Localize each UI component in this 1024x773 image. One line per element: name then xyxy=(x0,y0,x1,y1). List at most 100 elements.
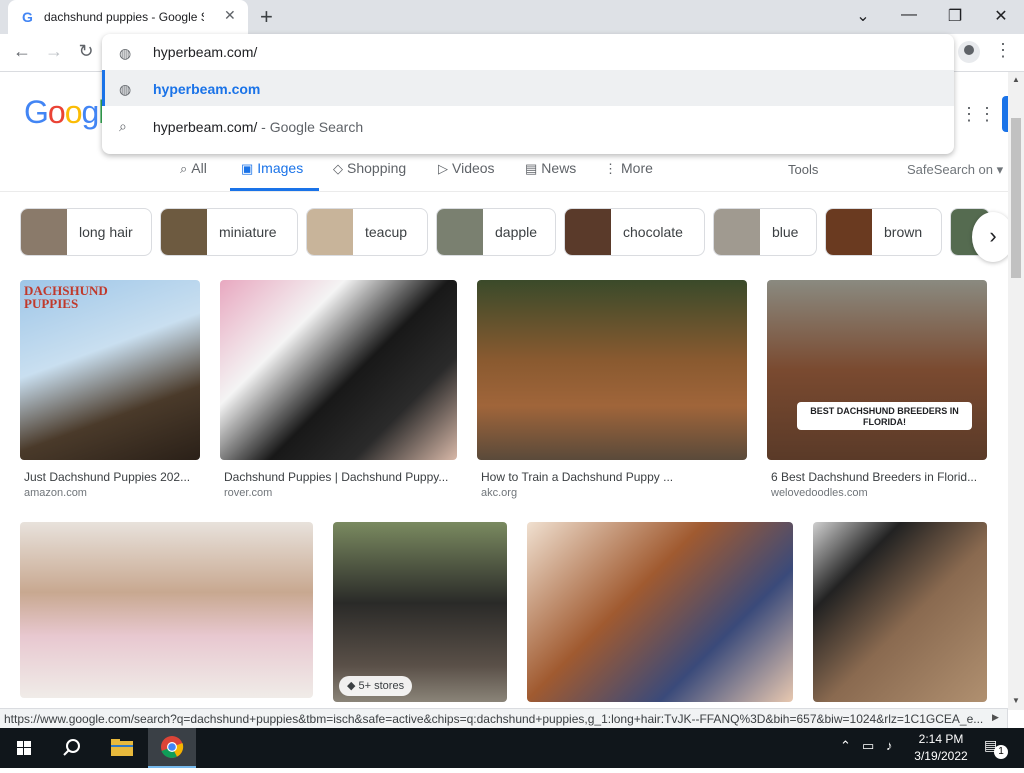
google-favicon-icon: G xyxy=(22,9,33,25)
chip-dapple[interactable]: dapple xyxy=(436,208,556,256)
omnibox-dropdown: ◍ hyperbeam.com/ ◍ hyperbeam.com ⌕ hyper… xyxy=(102,34,954,154)
folder-icon xyxy=(111,739,133,756)
result-site[interactable]: amazon.com xyxy=(24,487,87,499)
result-item[interactable]: DACHSHUND PUPPIES Just Dachshund Puppies… xyxy=(20,280,200,505)
tab-images[interactable]: ▣ Images xyxy=(241,160,303,177)
status-url: https://www.google.com/search?q=dachshun… xyxy=(4,712,984,726)
volume-icon[interactable]: ♪ xyxy=(886,738,893,753)
tag-icon: ◇ xyxy=(333,161,343,176)
result-image[interactable]: ◆ 5+ stores xyxy=(333,522,507,702)
result-item[interactable] xyxy=(20,522,313,702)
clock-date: 3/19/2022 xyxy=(914,749,968,763)
chip-long-hair[interactable]: long hair xyxy=(20,208,152,256)
page-scrollbar[interactable]: ▲ ▼ xyxy=(1008,72,1024,710)
chip-thumbnail xyxy=(565,209,611,255)
result-image[interactable] xyxy=(20,522,313,698)
safesearch-toggle[interactable]: SafeSearch on ▾ xyxy=(907,162,1003,178)
result-title[interactable]: 6 Best Dachshund Breeders in Florid... xyxy=(771,470,985,484)
result-image[interactable]: BEST DACHSHUND BREEDERS IN FLORIDA! xyxy=(767,280,987,460)
result-item[interactable]: BEST DACHSHUND BREEDERS IN FLORIDA! 6 Be… xyxy=(767,280,987,505)
result-image[interactable] xyxy=(477,280,747,460)
suggestion-google-search[interactable]: ⌕ hyperbeam.com/ - Google Search xyxy=(102,108,954,144)
chip-miniature[interactable]: miniature xyxy=(160,208,298,256)
windows-logo-icon xyxy=(17,741,31,755)
address-input[interactable]: hyperbeam.com/ xyxy=(153,44,257,60)
chip-thumbnail xyxy=(21,209,67,255)
result-title[interactable]: Dachshund Puppies | Dachshund Puppy... xyxy=(224,470,454,484)
result-image[interactable] xyxy=(527,522,793,702)
result-title[interactable]: How to Train a Dachshund Puppy ... xyxy=(481,470,743,484)
restore-button[interactable]: ❐ xyxy=(940,6,970,26)
tag-icon: ◆ xyxy=(347,680,359,692)
profile-avatar-icon[interactable] xyxy=(958,41,980,63)
suggestion-text: hyperbeam.com xyxy=(153,81,261,97)
result-site[interactable]: akc.org xyxy=(481,487,517,499)
stores-badge: ◆ 5+ stores xyxy=(339,676,413,696)
tray-overflow-icon[interactable]: ⌃ xyxy=(840,738,851,754)
chip-thumbnail xyxy=(437,209,483,255)
start-button[interactable] xyxy=(0,728,48,768)
tab-videos[interactable]: ▷ Videos xyxy=(438,160,495,177)
tab-news[interactable]: ▤ News xyxy=(525,160,576,177)
search-tabs: ⌕ All ▣ Images ◇ Shopping ▷ Videos ▤ News ⋮ Mo… xyxy=(0,155,1008,192)
chip-blue[interactable]: blue xyxy=(713,208,817,256)
forward-button[interactable]: → xyxy=(42,41,66,62)
chip-thumbnail xyxy=(161,209,207,255)
result-item[interactable]: Dachshund Puppies | Dachshund Puppy... r… xyxy=(220,280,457,505)
result-site[interactable]: welovedoodles.com xyxy=(771,487,868,499)
suggestion-text: hyperbeam.com/ xyxy=(153,119,258,135)
news-icon: ▤ xyxy=(525,161,538,176)
result-item[interactable] xyxy=(813,522,987,702)
taskbar-search-button[interactable] xyxy=(48,728,96,768)
result-site[interactable]: rover.com xyxy=(224,487,272,499)
close-tab-icon[interactable]: ✕ xyxy=(224,7,236,24)
browser-title-bar: G dachshund puppies - Google Sea ✕ + ⌄ —… xyxy=(0,0,1024,34)
browser-menu-icon[interactable]: ⋮ xyxy=(994,40,1012,61)
chip-chocolate[interactable]: chocolate xyxy=(564,208,705,256)
scroll-right-icon[interactable]: ▶ xyxy=(992,712,999,723)
notification-count: 1 xyxy=(994,745,1008,759)
google-logo-letter: o xyxy=(47,94,66,130)
close-window-button[interactable]: ✕ xyxy=(986,6,1016,26)
tab-title: dachshund puppies - Google Sea xyxy=(44,10,204,24)
scroll-down-icon[interactable]: ▼ xyxy=(1012,696,1020,705)
tools-button[interactable]: Tools xyxy=(788,162,818,177)
result-item[interactable]: How to Train a Dachshund Puppy ... akc.o… xyxy=(477,280,747,505)
browser-tab[interactable]: G dachshund puppies - Google Sea ✕ xyxy=(8,0,248,34)
result-item[interactable]: ◆ 5+ stores xyxy=(333,522,507,702)
file-explorer-button[interactable] xyxy=(98,728,146,768)
tab-all[interactable]: ⌕ All xyxy=(180,160,207,177)
image-icon: ▣ xyxy=(241,161,254,176)
suggestion-suffix: - Google Search xyxy=(257,119,364,135)
network-icon[interactable]: ▭ xyxy=(862,738,874,754)
scroll-thumb[interactable] xyxy=(1011,118,1021,278)
tab-more[interactable]: ⋮ More xyxy=(604,160,653,177)
chrome-icon xyxy=(161,736,184,758)
google-logo-letter: o xyxy=(64,94,83,130)
result-title[interactable]: Just Dachshund Puppies 202... xyxy=(24,470,200,484)
reload-button[interactable]: ↻ xyxy=(74,41,98,62)
chip-teacup[interactable]: teacup xyxy=(306,208,428,256)
active-tab-indicator xyxy=(230,188,319,191)
google-logo[interactable]: Googl xyxy=(24,94,105,131)
scroll-up-icon[interactable]: ▲ xyxy=(1012,75,1020,84)
result-item[interactable] xyxy=(527,522,793,702)
google-logo-letter: G xyxy=(24,94,49,130)
taskbar-clock[interactable]: 2:14 PM 3/19/2022 xyxy=(910,731,972,765)
result-image[interactable]: DACHSHUND PUPPIES xyxy=(20,280,200,460)
back-button[interactable]: ← xyxy=(10,41,34,62)
result-image[interactable] xyxy=(813,522,987,702)
chip-thumbnail xyxy=(714,209,760,255)
tab-search-icon[interactable]: ⌄ xyxy=(848,6,878,26)
minimize-button[interactable]: — xyxy=(894,6,924,24)
suggestion-hyperbeam-url[interactable]: ◍ hyperbeam.com xyxy=(102,70,954,106)
search-icon xyxy=(63,739,80,756)
chip-thumbnail xyxy=(307,209,353,255)
more-icon: ⋮ xyxy=(604,161,617,176)
chip-brown[interactable]: brown xyxy=(825,208,942,256)
new-tab-button[interactable]: + xyxy=(260,4,273,30)
tab-shopping[interactable]: ◇ Shopping xyxy=(333,160,406,177)
chrome-taskbar-button[interactable] xyxy=(148,728,196,768)
status-bar: https://www.google.com/search?q=dachshun… xyxy=(0,708,1008,728)
result-image[interactable] xyxy=(220,280,457,460)
